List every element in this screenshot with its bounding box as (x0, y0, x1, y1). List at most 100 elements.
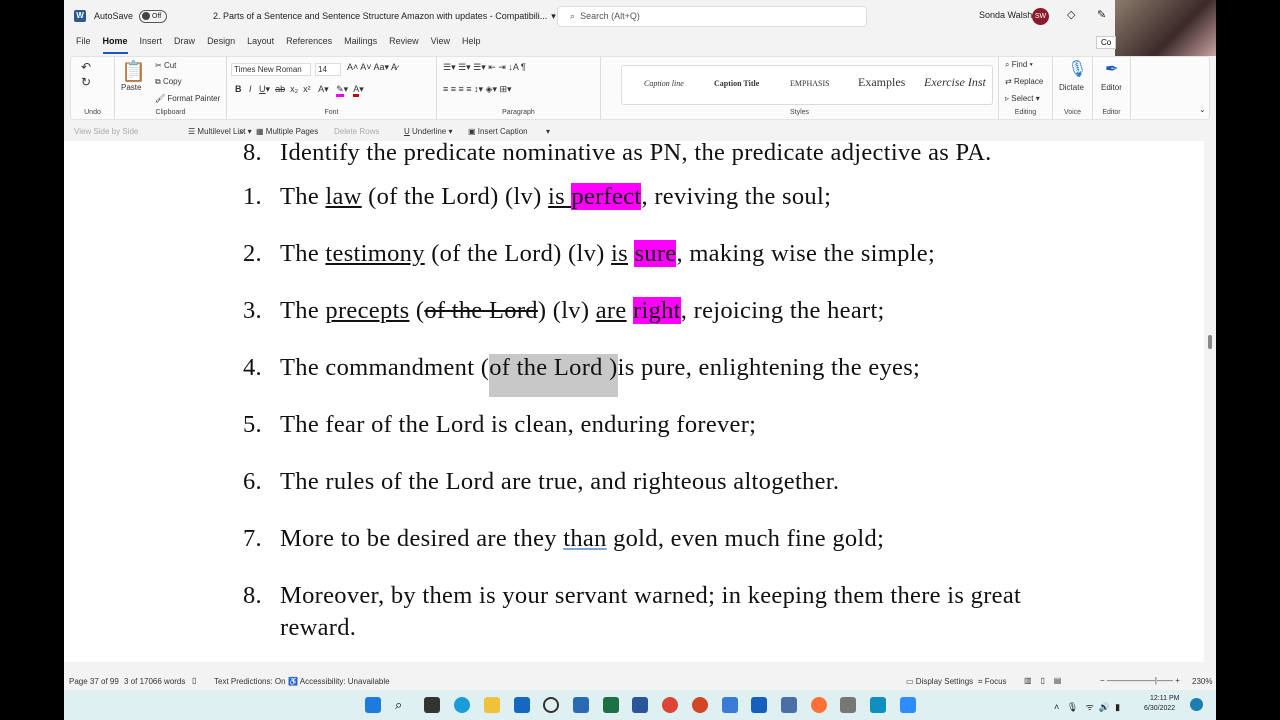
dell-icon[interactable] (543, 697, 559, 713)
tab-view[interactable]: View (431, 34, 450, 54)
vertical-scrollbar[interactable] (1204, 141, 1216, 662)
zoom-slider[interactable]: − ——————|—— + (1100, 676, 1180, 685)
style-exercise-inst[interactable]: Exercise Inst (924, 75, 986, 90)
ribbon-tabs: File Home Insert Draw Design Layout Refe… (64, 34, 481, 54)
multiple-pages-button[interactable]: ▦ Multiple Pages (256, 127, 318, 136)
cut-button[interactable]: ✂ Cut (155, 61, 176, 70)
replace-button[interactable]: ⇄ Replace (1005, 77, 1043, 86)
font-format-icons[interactable]: B I U▾ ab x₂ x² A▾ ✎▾ A▾ (235, 84, 364, 97)
style-emphasis[interactable]: EMPHASIS (790, 79, 830, 88)
notepad-icon[interactable] (722, 697, 738, 713)
insert-caption-button[interactable]: ▣ Insert Caption (468, 127, 528, 136)
strikethrough-text: of the Lord (424, 297, 538, 324)
search-input[interactable]: ⌕ Search (Alt+Q) (557, 6, 867, 27)
tab-draw[interactable]: Draw (174, 34, 195, 54)
word-icon[interactable] (632, 697, 648, 713)
document-page[interactable]: 8. Identify the predicate nominative as P… (64, 141, 1204, 662)
comments-button[interactable]: Co (1096, 36, 1117, 49)
tab-insert[interactable]: Insert (140, 34, 163, 54)
file-explorer-icon[interactable] (484, 697, 500, 713)
list-text: Identify the predicate nominative as PN,… (280, 141, 992, 167)
accessibility-status[interactable]: ♿ Accessibility: Unavailable (288, 677, 390, 686)
app-icon[interactable] (870, 697, 886, 713)
undo-icon[interactable]: ↶ (81, 60, 91, 74)
select-button[interactable]: ▹ Select ▾ (1005, 94, 1040, 103)
tray-icons[interactable]: ˄ 🎙 ᯤ 🔊 ▮ (1054, 700, 1120, 713)
find-button[interactable]: ⌕ Find ▾ (1005, 60, 1033, 70)
store-icon[interactable] (573, 697, 589, 713)
accessibility-label: Accessibility: Unavailable (299, 677, 390, 686)
word-count[interactable]: 3 of 17066 words (124, 677, 185, 686)
paste-icon[interactable]: 📋 (121, 59, 146, 84)
font-grow-shrink-icons[interactable]: A˄ A˅ Aa▾ A̷ (347, 62, 397, 73)
tab-layout[interactable]: Layout (247, 34, 274, 54)
style-caption-line[interactable]: Caption line (644, 79, 684, 88)
excel-icon[interactable] (603, 697, 619, 713)
focus-button[interactable]: ⌗ Focus (978, 677, 1007, 687)
collapse-ribbon-icon[interactable]: ⌄ (1199, 105, 1206, 114)
display-settings-button[interactable]: ▭ Display Settings (906, 677, 973, 686)
font-size-select[interactable]: 14 (315, 63, 341, 76)
editor-pen-icon[interactable]: ✒ (1105, 59, 1118, 79)
tab-help[interactable]: Help (462, 34, 481, 54)
copy-button[interactable]: ⧉ Copy (155, 77, 182, 87)
diamond-icon[interactable]: ◇ (1067, 8, 1075, 21)
solitaire-icon[interactable] (781, 697, 797, 713)
tab-home[interactable]: Home (102, 34, 128, 54)
styles-label: Styles (789, 109, 810, 116)
format-painter-button[interactable]: 🖌 Format Painter (155, 94, 220, 103)
view-side-by-side-button[interactable]: View Side by Side (74, 127, 138, 136)
style-caption-title[interactable]: Caption Title (714, 79, 759, 88)
editor-button[interactable]: Editor (1101, 83, 1122, 92)
powerpoint-icon[interactable] (692, 697, 708, 713)
microphone-app-icon[interactable] (840, 697, 856, 713)
search-icon[interactable]: ⌕ (395, 697, 411, 713)
delete-rows-button[interactable]: Delete Rows (334, 127, 379, 136)
redo-icon[interactable]: ↻ (81, 75, 91, 89)
tab-review[interactable]: Review (389, 34, 419, 54)
tab-design[interactable]: Design (207, 34, 235, 54)
clock-time[interactable]: 12:11 PM (1150, 695, 1179, 702)
tab-mailings[interactable]: Mailings (344, 34, 377, 54)
task-view-icon[interactable] (424, 697, 440, 713)
underline-button[interactable]: U Underline ▾ (404, 127, 453, 136)
dictate-button[interactable]: Dictate (1059, 83, 1084, 92)
proofing-icon[interactable]: ▯ (192, 676, 196, 685)
tab-file[interactable]: File (76, 34, 91, 54)
snip-icon[interactable] (751, 697, 767, 713)
alignment-icons[interactable]: ≡ ≡ ≡ ≡ ↕▾ ◈▾ ⊞▾ (443, 84, 512, 95)
multiple-pages-label: Multiple Pages (265, 127, 319, 136)
page-count[interactable]: Page 37 of 99 (69, 677, 119, 686)
status-bar: Page 37 of 99 3 of 17066 words ▯ Text Pr… (64, 672, 1216, 690)
avatar[interactable]: SW (1032, 8, 1049, 25)
start-icon[interactable] (365, 697, 381, 713)
paste-button[interactable]: Paste (121, 83, 141, 92)
zoom-level[interactable]: 230% (1192, 677, 1212, 686)
text-predictions[interactable]: Text Predictions: On (214, 677, 286, 686)
user-name[interactable]: Sonda Walsh (979, 10, 1032, 20)
firefox-icon[interactable] (811, 697, 827, 713)
clock-date[interactable]: 6/30/2022 (1144, 705, 1175, 712)
chevron-down-icon[interactable]: ▾ (551, 11, 556, 22)
search-placeholder: Search (Alt+Q) (580, 11, 640, 21)
autosave-toggle[interactable]: Off (139, 9, 168, 23)
search-icon[interactable]: ⌕ (239, 126, 245, 137)
highlighted-text: right (633, 297, 681, 324)
font-name-select[interactable]: Times New Roman (231, 63, 311, 76)
list-text: More to be desired are they than gold, e… (280, 525, 884, 553)
mail-icon[interactable] (514, 697, 530, 713)
tab-references[interactable]: References (286, 34, 332, 54)
chrome-icon[interactable] (662, 697, 678, 713)
view-mode-icons[interactable]: ▥ ▯ ▤ (1024, 676, 1061, 685)
edge-icon[interactable] (454, 697, 470, 713)
scrollbar-thumb[interactable] (1208, 335, 1212, 349)
zoom-app-icon[interactable] (900, 697, 916, 713)
notification-icon[interactable] (1190, 698, 1203, 711)
underlined-text: is (611, 240, 628, 267)
list-icons[interactable]: ☰▾ ☰▾ ☰▾ ⇤ ⇥ ↓A ¶ (443, 62, 526, 73)
microphone-icon[interactable]: 🎙 (1067, 59, 1087, 79)
pen-icon[interactable]: ✎ (1097, 8, 1106, 21)
style-examples[interactable]: Examples (858, 75, 905, 90)
document-title[interactable]: 2. Parts of a Sentence and Sentence Stru… (213, 11, 547, 21)
customize-toolbar-icon[interactable]: ▾ (546, 127, 550, 136)
